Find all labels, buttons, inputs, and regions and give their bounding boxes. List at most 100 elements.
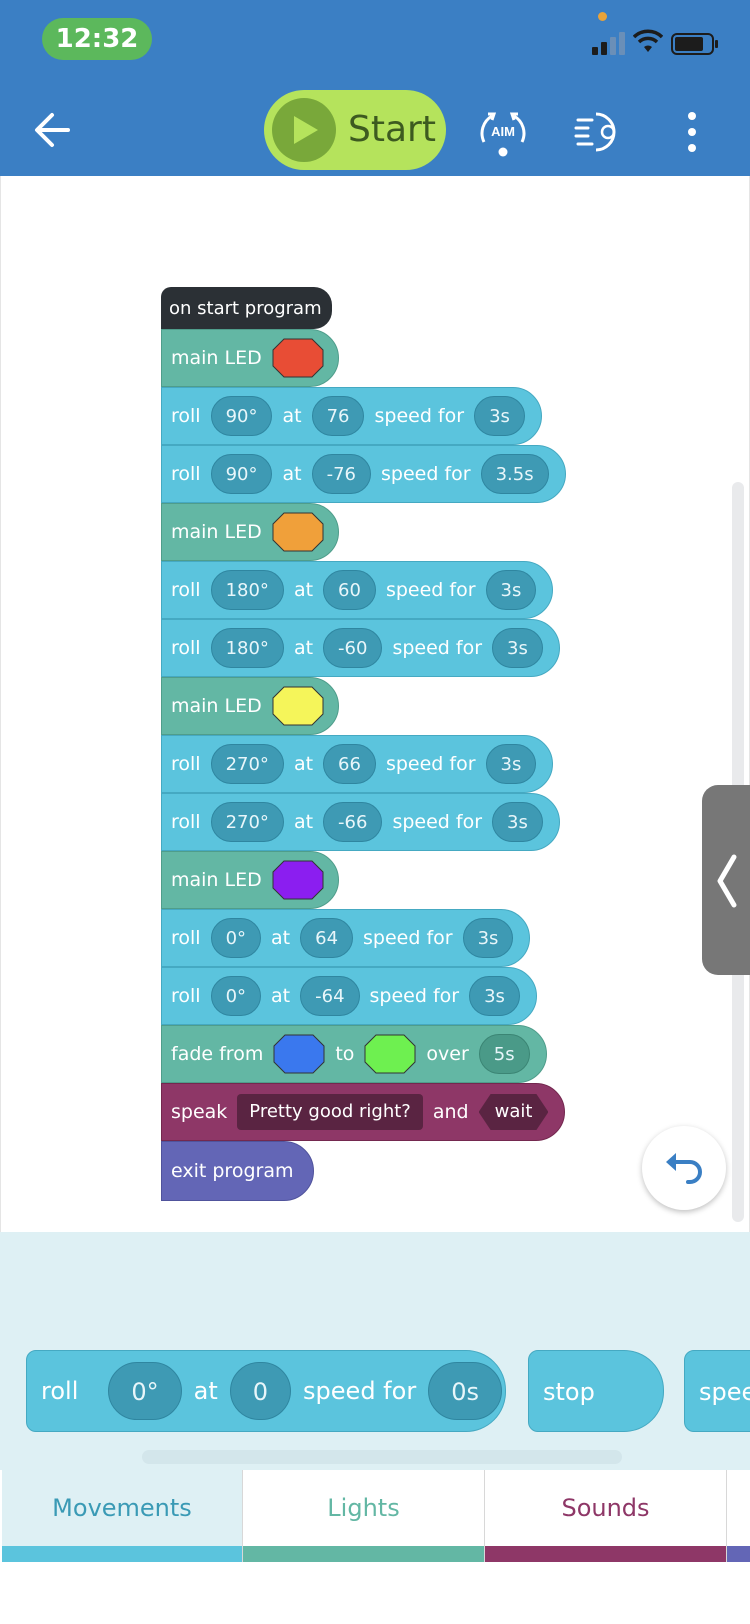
roll-label: roll	[171, 927, 201, 949]
cellular-signal-icon	[592, 32, 625, 55]
aim-icon[interactable]: AIM	[474, 108, 532, 158]
roll-label: roll	[171, 811, 201, 833]
heading-field[interactable]: 90°	[210, 454, 273, 494]
tab-color-bar	[2, 1546, 242, 1562]
duration-field[interactable]: 3s	[469, 976, 520, 1016]
heading-field[interactable]: 0°	[210, 976, 262, 1016]
undo-button[interactable]	[642, 1126, 726, 1210]
palette-roll-block[interactable]: roll 0° at 0 speed for 0s	[26, 1350, 506, 1432]
block-palette[interactable]: roll 0° at 0 speed for 0s stop spee	[0, 1232, 750, 1470]
roll-label: roll	[171, 405, 201, 427]
speed-for-label: speed for	[363, 927, 453, 949]
fade-over-label: over	[426, 1043, 469, 1065]
side-panel-handle[interactable]	[702, 785, 750, 975]
roll-block[interactable]: roll 270° at -66 speed for 3s	[161, 793, 560, 851]
speed-field[interactable]: 76	[311, 396, 365, 436]
back-arrow-icon[interactable]	[28, 106, 80, 154]
roll-block[interactable]: roll 180° at 60 speed for 3s	[161, 561, 554, 619]
exit-program-block[interactable]: exit program	[161, 1141, 315, 1201]
privacy-indicator-dot	[598, 12, 607, 21]
at-label: at	[293, 753, 314, 775]
speed-for-label: speed for	[374, 405, 465, 427]
at-label: at	[282, 405, 302, 427]
fade-to-color-swatch[interactable]	[364, 1034, 416, 1074]
speed-field[interactable]: -66	[323, 802, 383, 842]
tab-label: Movements	[52, 1494, 192, 1522]
speed-for-label: speed for	[303, 1377, 417, 1405]
heading-field[interactable]: 270°	[210, 744, 284, 784]
speed-for-label: speed for	[385, 753, 476, 775]
led-color-swatch[interactable]	[272, 512, 324, 552]
speed-label: spee	[699, 1378, 750, 1406]
main-led-block[interactable]: main LED	[161, 677, 339, 735]
speed-field[interactable]: 66	[323, 744, 376, 784]
roll-block[interactable]: roll 0° at 64 speed for 3s	[161, 909, 531, 967]
speed-field[interactable]: -64	[300, 976, 360, 1016]
and-label: and	[432, 1101, 469, 1123]
heading-field[interactable]: 180°	[210, 570, 284, 610]
heading-field[interactable]: 270°	[210, 802, 284, 842]
more-options-icon[interactable]	[680, 108, 704, 156]
duration-field[interactable]: 3s	[485, 570, 537, 610]
status-bar: 12:32	[0, 0, 750, 84]
roll-block[interactable]: roll 180° at -60 speed for 3s	[161, 619, 560, 677]
fade-duration-field[interactable]: 5s	[478, 1034, 530, 1074]
speed-field[interactable]: 60	[323, 570, 376, 610]
speed-for-label: speed for	[385, 579, 476, 601]
speed-for-label: speed for	[392, 811, 483, 833]
palette-scrollbar[interactable]	[142, 1450, 622, 1464]
chevron-left-icon	[717, 854, 737, 908]
tab-movements[interactable]: Movements	[2, 1470, 243, 1562]
speak-text-field[interactable]: Pretty good right?	[237, 1094, 423, 1130]
duration-field[interactable]: 3s	[462, 918, 514, 958]
fade-from-label: fade from	[171, 1043, 264, 1065]
roll-label: roll	[171, 579, 201, 601]
at-label: at	[293, 811, 314, 833]
duration-field[interactable]: 3s	[492, 628, 543, 668]
tab-next-partial[interactable]	[727, 1470, 750, 1562]
speak-label: speak	[171, 1101, 228, 1123]
roll-block[interactable]: roll 90° at -76 speed for 3.5s	[161, 445, 566, 503]
led-color-swatch[interactable]	[272, 338, 324, 378]
main-led-block[interactable]: main LED	[161, 851, 339, 909]
speed-field[interactable]: -76	[311, 454, 371, 494]
heading-field[interactable]: 180°	[210, 628, 284, 668]
led-label: main LED	[171, 521, 262, 543]
roll-label: roll	[171, 753, 201, 775]
roll-block[interactable]: roll 90° at 76 speed for 3s	[161, 387, 542, 445]
duration-field[interactable]: 3s	[485, 744, 537, 784]
led-color-swatch[interactable]	[272, 860, 324, 900]
roll-block[interactable]: roll 270° at 66 speed for 3s	[161, 735, 554, 793]
tab-sounds[interactable]: Sounds	[485, 1470, 727, 1562]
main-led-block[interactable]: main LED	[161, 329, 339, 387]
speed-field[interactable]: 64	[300, 918, 354, 958]
duration-field[interactable]: 3.5s	[480, 454, 549, 494]
drive-joystick-icon[interactable]	[574, 108, 626, 156]
duration-field[interactable]: 3s	[474, 396, 525, 436]
on-start-program-block[interactable]: on start program	[161, 287, 332, 329]
led-color-swatch[interactable]	[272, 686, 324, 726]
led-label: main LED	[171, 695, 262, 717]
palette-speed-block[interactable]: spee	[684, 1350, 750, 1432]
status-time: 12:32	[42, 18, 152, 60]
tab-lights[interactable]: Lights	[243, 1470, 485, 1562]
speak-block[interactable]: speak Pretty good right? and wait	[161, 1083, 566, 1141]
palette-stop-block[interactable]: stop	[528, 1350, 664, 1432]
main-led-block[interactable]: main LED	[161, 503, 339, 561]
speed-for-label: speed for	[392, 637, 483, 659]
wait-option[interactable]: wait	[479, 1094, 549, 1130]
duration-field: 0s	[428, 1362, 502, 1420]
exit-label: exit program	[171, 1160, 294, 1182]
fade-from-color-swatch[interactable]	[273, 1034, 325, 1074]
speed-field[interactable]: -60	[323, 628, 383, 668]
at-label: at	[293, 637, 314, 659]
duration-field[interactable]: 3s	[492, 802, 543, 842]
speed-for-label: speed for	[380, 463, 471, 485]
fade-block[interactable]: fade from to over 5s	[161, 1025, 547, 1083]
start-button[interactable]: Start	[264, 90, 446, 170]
heading-field[interactable]: 0°	[210, 918, 262, 958]
roll-block[interactable]: roll 0° at -64 speed for 3s	[161, 967, 537, 1025]
heading-field[interactable]: 90°	[210, 396, 273, 436]
tab-color-bar	[243, 1546, 484, 1562]
tab-label: Sounds	[561, 1494, 650, 1522]
